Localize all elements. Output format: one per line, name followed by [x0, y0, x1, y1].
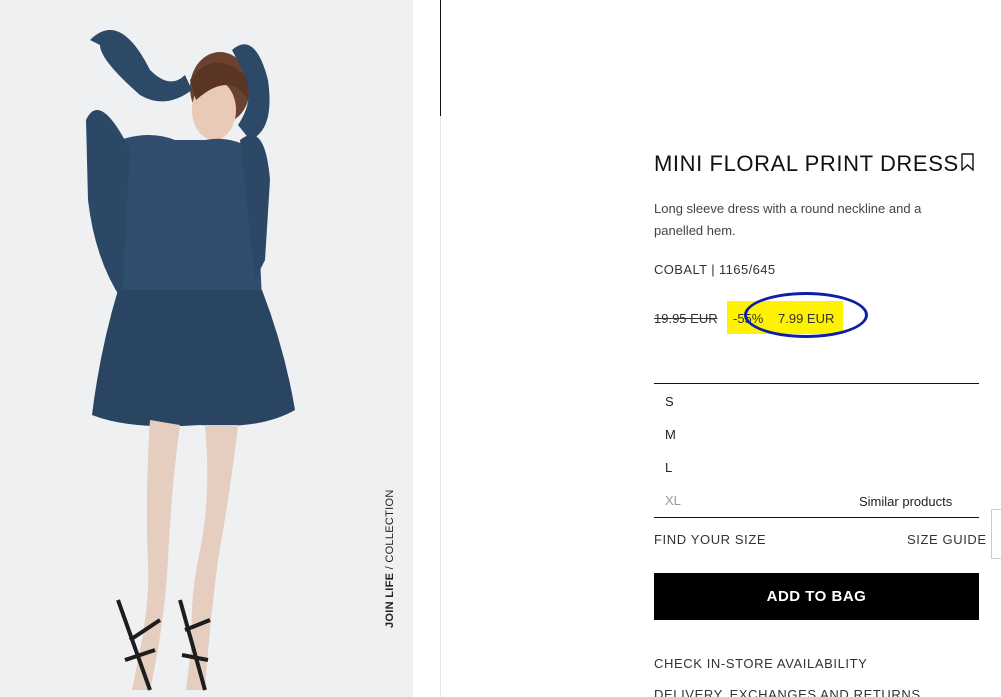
join-life-badge: JOIN LIFE / COLLECTION [384, 489, 396, 628]
product-image[interactable]: JOIN LIFE / COLLECTION [0, 0, 413, 697]
size-guide-link[interactable]: SIZE GUIDE [907, 532, 987, 547]
find-your-size-link[interactable]: FIND YOUR SIZE [654, 532, 766, 547]
side-panel-tab[interactable] [991, 509, 1001, 559]
size-option-xl[interactable]: XL [665, 493, 681, 508]
divider [440, 116, 441, 697]
color-reference: COBALT | 1165/645 [654, 262, 776, 277]
add-to-bag-button[interactable]: ADD TO BAG [654, 573, 979, 620]
size-list-top-border [654, 383, 979, 384]
similar-products-link[interactable]: Similar products [859, 494, 952, 509]
bookmark-icon[interactable] [961, 153, 974, 171]
annotation-circle [744, 292, 868, 338]
model-photo [86, 30, 295, 691]
original-price: 19.95 EUR [654, 311, 718, 326]
check-store-availability-link[interactable]: CHECK IN-STORE AVAILABILITY [654, 656, 867, 671]
product-title: MINI FLORAL PRINT DRESS [654, 151, 959, 176]
delivery-returns-link[interactable]: DELIVERY, EXCHANGES AND RETURNS [654, 687, 921, 697]
product-description: Long sleeve dress with a round neckline … [654, 201, 922, 238]
size-option-m[interactable]: M [665, 427, 676, 442]
size-option-l[interactable]: L [665, 460, 672, 475]
scroll-indicator [440, 0, 441, 116]
size-option-s[interactable]: S [665, 394, 674, 409]
size-list-bottom-border [654, 517, 979, 518]
